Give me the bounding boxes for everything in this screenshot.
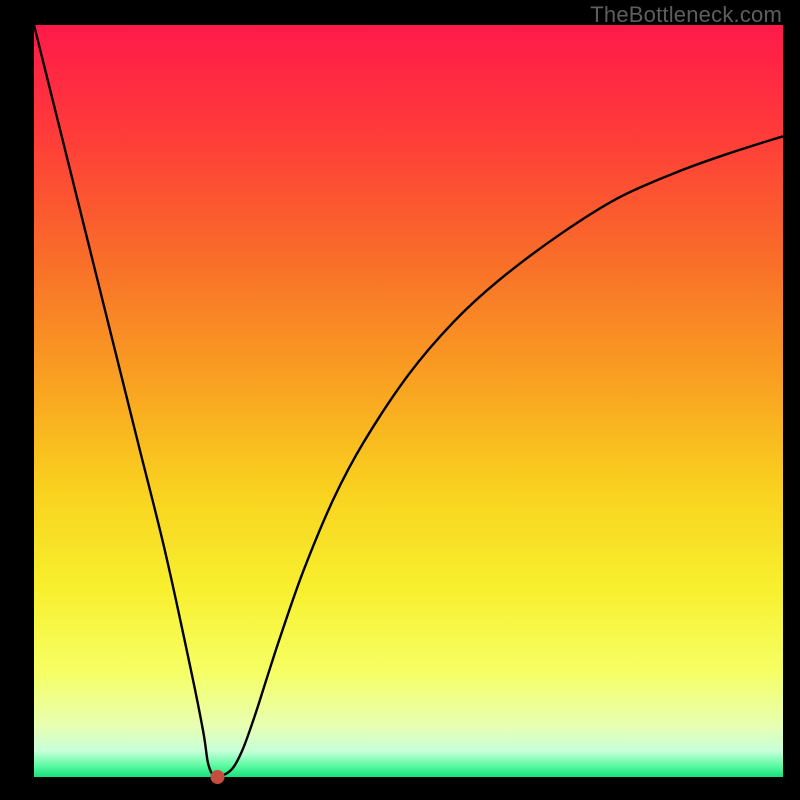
- chart-svg: [0, 0, 800, 800]
- chart-frame: TheBottleneck.com: [0, 0, 800, 800]
- watermark-text: TheBottleneck.com: [590, 2, 782, 28]
- optimal-point-marker: [211, 770, 225, 784]
- plot-background: [34, 25, 783, 777]
